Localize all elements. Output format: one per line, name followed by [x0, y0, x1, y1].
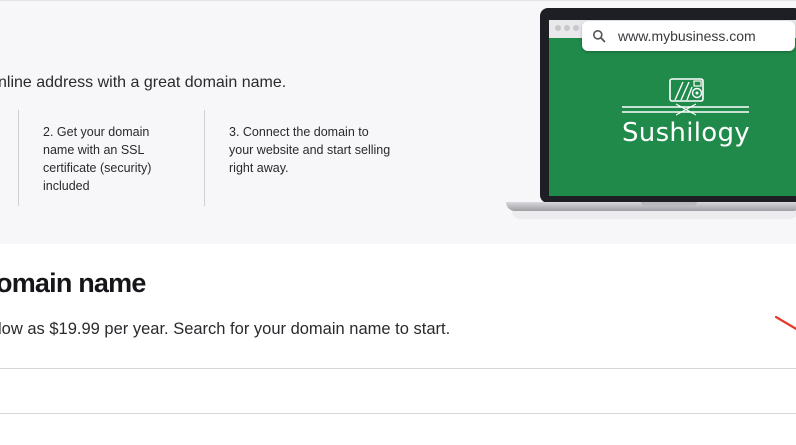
logo-wordmark: Sushilogy	[622, 118, 750, 148]
laptop-notch	[641, 202, 697, 206]
divider-line	[0, 413, 796, 414]
step-2-text: 2. Get your domain name with an SSL cert…	[43, 125, 152, 193]
browser-url-text: www.mybusiness.com	[618, 28, 756, 44]
browser-url-bar: www.mybusiness.com	[582, 21, 795, 51]
window-dot	[564, 25, 570, 31]
section-description: low as $19.99 per year. Search for your …	[0, 320, 451, 338]
divider-line	[0, 368, 796, 369]
hero-top-border	[0, 0, 796, 1]
step-3-text: 3. Connect the domain to your website an…	[229, 125, 391, 175]
step-divider	[18, 110, 19, 206]
decorative-red-stroke	[774, 315, 796, 331]
window-dot	[573, 25, 579, 31]
laptop-shadow	[512, 211, 796, 219]
step-divider	[204, 110, 205, 206]
search-icon	[593, 30, 606, 43]
window-dot	[555, 25, 561, 31]
section-title: omain name	[0, 268, 146, 298]
sushi-logo-icon	[622, 78, 749, 116]
sushilogy-logo: Sushilogy	[618, 78, 753, 153]
hero-subtitle: nline address with a great domain name.	[0, 74, 287, 91]
